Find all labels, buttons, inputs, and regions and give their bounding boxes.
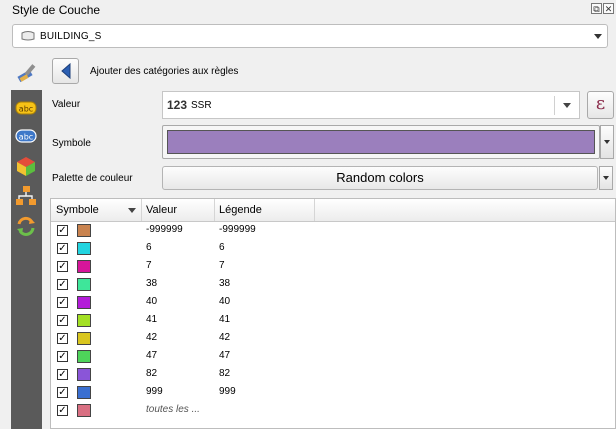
paintbrush-icon[interactable] [16, 61, 40, 83]
valeur-field-select[interactable]: 123 SSR [162, 91, 580, 119]
layer-select[interactable]: BUILDING_S [12, 24, 608, 48]
category-value: -999999 [146, 224, 183, 235]
category-legend: 999 [219, 386, 236, 397]
polygon-layer-icon [21, 31, 35, 41]
chevron-down-icon [563, 103, 571, 108]
label-abc-icon[interactable]: abc [14, 96, 38, 120]
category-value: 999 [146, 386, 163, 397]
category-color-swatch[interactable] [77, 242, 91, 255]
back-button[interactable] [52, 58, 79, 84]
category-value: toutes les ... [146, 404, 200, 415]
close-icon[interactable]: ✕ [603, 3, 614, 14]
table-row[interactable]: ✓ toutes les ... [51, 402, 615, 420]
column-separator [214, 199, 215, 221]
category-legend: -999999 [219, 224, 256, 235]
category-color-swatch[interactable] [77, 332, 91, 345]
diagram-icon[interactable] [14, 184, 38, 208]
table-row[interactable]: ✓ 41 41 [51, 312, 615, 330]
layer-name: BUILDING_S [40, 31, 102, 42]
category-value: 47 [146, 350, 158, 361]
row-checkbox[interactable]: ✓ [57, 405, 68, 416]
row-checkbox[interactable]: ✓ [57, 369, 68, 380]
column-header-symbol[interactable]: Symbole [56, 204, 99, 216]
sort-arrow-icon[interactable] [128, 208, 136, 213]
category-legend: 38 [219, 278, 231, 289]
table-row[interactable]: ✓ 40 40 [51, 294, 615, 312]
category-color-swatch[interactable] [77, 350, 91, 363]
category-legend: 6 [219, 242, 225, 253]
svg-text:abc: abc [19, 133, 33, 142]
category-color-swatch[interactable] [77, 314, 91, 327]
row-checkbox[interactable]: ✓ [57, 279, 68, 290]
row-checkbox[interactable]: ✓ [57, 297, 68, 308]
table-row[interactable]: ✓ 7 7 [51, 258, 615, 276]
column-header-legend[interactable]: Légende [219, 204, 262, 216]
category-legend: 82 [219, 368, 231, 379]
column-separator [314, 199, 315, 221]
apply-categories-label: Ajouter des catégories aux règles [90, 66, 239, 77]
chevron-down-icon [594, 34, 602, 39]
categories-table[interactable]: Symbole Valeur Légende ✓ -999999 -999999 ✓ 6… [50, 198, 616, 429]
row-checkbox[interactable]: ✓ [57, 243, 68, 254]
category-value: 42 [146, 332, 158, 343]
table-header: Symbole Valeur Légende [51, 199, 615, 222]
category-value: 41 [146, 314, 158, 325]
category-value: 38 [146, 278, 158, 289]
palette-label: Palette de couleur [52, 173, 133, 184]
combo-separator [554, 96, 555, 115]
style-sidebar: abc abc [11, 90, 42, 429]
float-window-icon[interactable]: ⧉ [591, 3, 602, 14]
category-color-swatch[interactable] [77, 260, 91, 273]
table-row[interactable]: ✓ 999 999 [51, 384, 615, 402]
row-checkbox[interactable]: ✓ [57, 225, 68, 236]
history-icon[interactable] [14, 214, 38, 238]
label-abc-outline-icon[interactable]: abc [14, 124, 38, 148]
table-row[interactable]: ✓ 6 6 [51, 240, 615, 258]
color-ramp-button[interactable]: Random colors [162, 166, 598, 190]
category-value: 6 [146, 242, 152, 253]
column-header-value[interactable]: Valeur [146, 204, 177, 216]
category-color-swatch[interactable] [77, 224, 91, 237]
row-checkbox[interactable]: ✓ [57, 261, 68, 272]
numeric-field-icon: 123 [167, 98, 188, 112]
row-checkbox[interactable]: ✓ [57, 333, 68, 344]
category-legend: 7 [219, 260, 225, 271]
table-row[interactable]: ✓ 82 82 [51, 366, 615, 384]
category-value: 82 [146, 368, 158, 379]
valeur-field-name: SSR [191, 100, 212, 111]
table-row[interactable]: ✓ 42 42 [51, 330, 615, 348]
category-legend: 41 [219, 314, 231, 325]
color-ramp-menu-button[interactable] [599, 166, 613, 190]
svg-text:abc: abc [19, 105, 33, 114]
category-legend: 47 [219, 350, 231, 361]
category-color-swatch[interactable] [77, 278, 91, 291]
category-value: 7 [146, 260, 152, 271]
category-color-swatch[interactable] [77, 404, 91, 417]
category-color-swatch[interactable] [77, 368, 91, 381]
category-legend: 42 [219, 332, 231, 343]
category-color-swatch[interactable] [77, 386, 91, 399]
category-legend: 40 [219, 296, 231, 307]
row-checkbox[interactable]: ✓ [57, 315, 68, 326]
table-row[interactable]: ✓ -999999 -999999 [51, 222, 615, 240]
symbol-menu-button[interactable] [600, 125, 614, 159]
3d-cube-icon[interactable] [14, 154, 38, 178]
row-checkbox[interactable]: ✓ [57, 387, 68, 398]
window-title: Style de Couche [12, 3, 101, 17]
category-color-swatch[interactable] [77, 296, 91, 309]
row-checkbox[interactable]: ✓ [57, 351, 68, 362]
category-value: 40 [146, 296, 158, 307]
valeur-label: Valeur [52, 99, 81, 110]
symbol-color-swatch [167, 130, 595, 154]
table-row[interactable]: ✓ 47 47 [51, 348, 615, 366]
column-separator [141, 199, 142, 221]
symbole-label: Symbole [52, 138, 91, 149]
table-row[interactable]: ✓ 38 38 [51, 276, 615, 294]
back-arrow-icon [61, 63, 71, 79]
expression-button[interactable]: ε [587, 91, 614, 119]
symbol-button[interactable] [162, 125, 600, 159]
